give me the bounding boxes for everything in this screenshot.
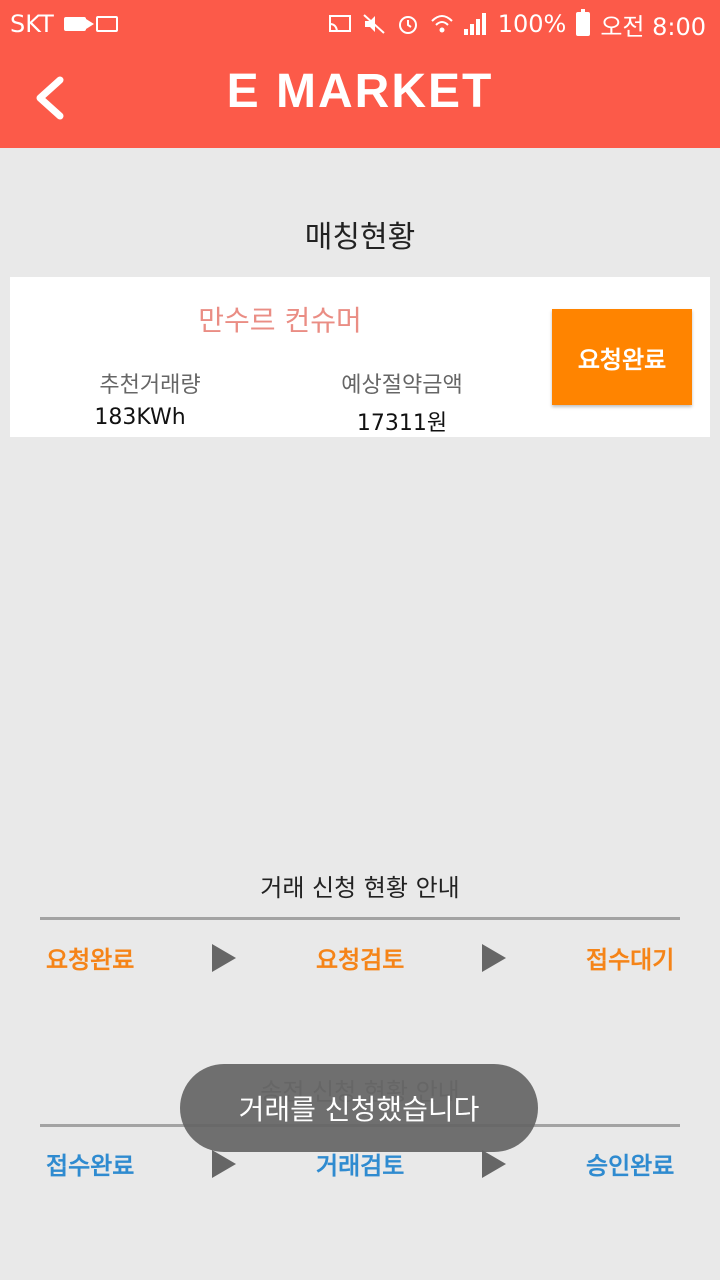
savings-label: 예상절약금액 xyxy=(341,373,463,398)
play-arrow-icon xyxy=(212,944,236,972)
clock-time: 오전 8:00 xyxy=(600,12,706,41)
mail-icon xyxy=(95,16,118,32)
matching-title: 매칭현황 xyxy=(304,220,416,255)
video-icon xyxy=(63,17,94,31)
toast-message: 거래를 신청했습니다 xyxy=(180,1064,538,1152)
request-complete-button[interactable]: 요청완료 xyxy=(552,309,692,405)
wifi-icon xyxy=(430,15,453,33)
app-bar: E MARKET xyxy=(0,48,720,148)
play-arrow-icon xyxy=(482,944,506,972)
carrier-label: SKT xyxy=(10,10,54,38)
send-step-3: 승인완료 xyxy=(586,1152,675,1180)
matching-card: 만수르 컨슈머 추천거래량 183KWh 예상절약금액 17311원 요청완료 xyxy=(10,277,710,437)
cast-icon xyxy=(328,15,351,32)
signal-icon xyxy=(463,13,488,35)
play-arrow-icon xyxy=(482,1150,506,1178)
trade-guide-title: 거래 신청 현황 안내 xyxy=(260,874,460,902)
send-step-1: 접수완료 xyxy=(46,1152,135,1180)
trade-step-2: 요청검토 xyxy=(316,946,405,974)
mute-icon xyxy=(363,14,385,34)
app-logo: E MARKET xyxy=(226,65,494,118)
play-arrow-icon xyxy=(212,1150,236,1178)
status-bar: SKT 100% 오전 8:00 xyxy=(0,0,720,48)
recommended-label: 추천거래량 xyxy=(99,373,201,398)
trade-guide-divider xyxy=(40,917,680,920)
consumer-name: 만수르 컨슈머 xyxy=(198,304,362,337)
alarm-icon xyxy=(398,16,417,34)
trade-step-3: 접수대기 xyxy=(586,946,675,974)
status-left: SKT xyxy=(10,10,118,38)
recommended-value: 183KWh xyxy=(94,405,186,430)
status-right: 100% 오전 8:00 xyxy=(328,7,706,42)
trade-step-1: 요청완료 xyxy=(46,946,135,974)
savings-value: 17311원 xyxy=(356,411,448,436)
battery-percent: 100% xyxy=(497,10,567,38)
battery-icon xyxy=(576,9,591,36)
